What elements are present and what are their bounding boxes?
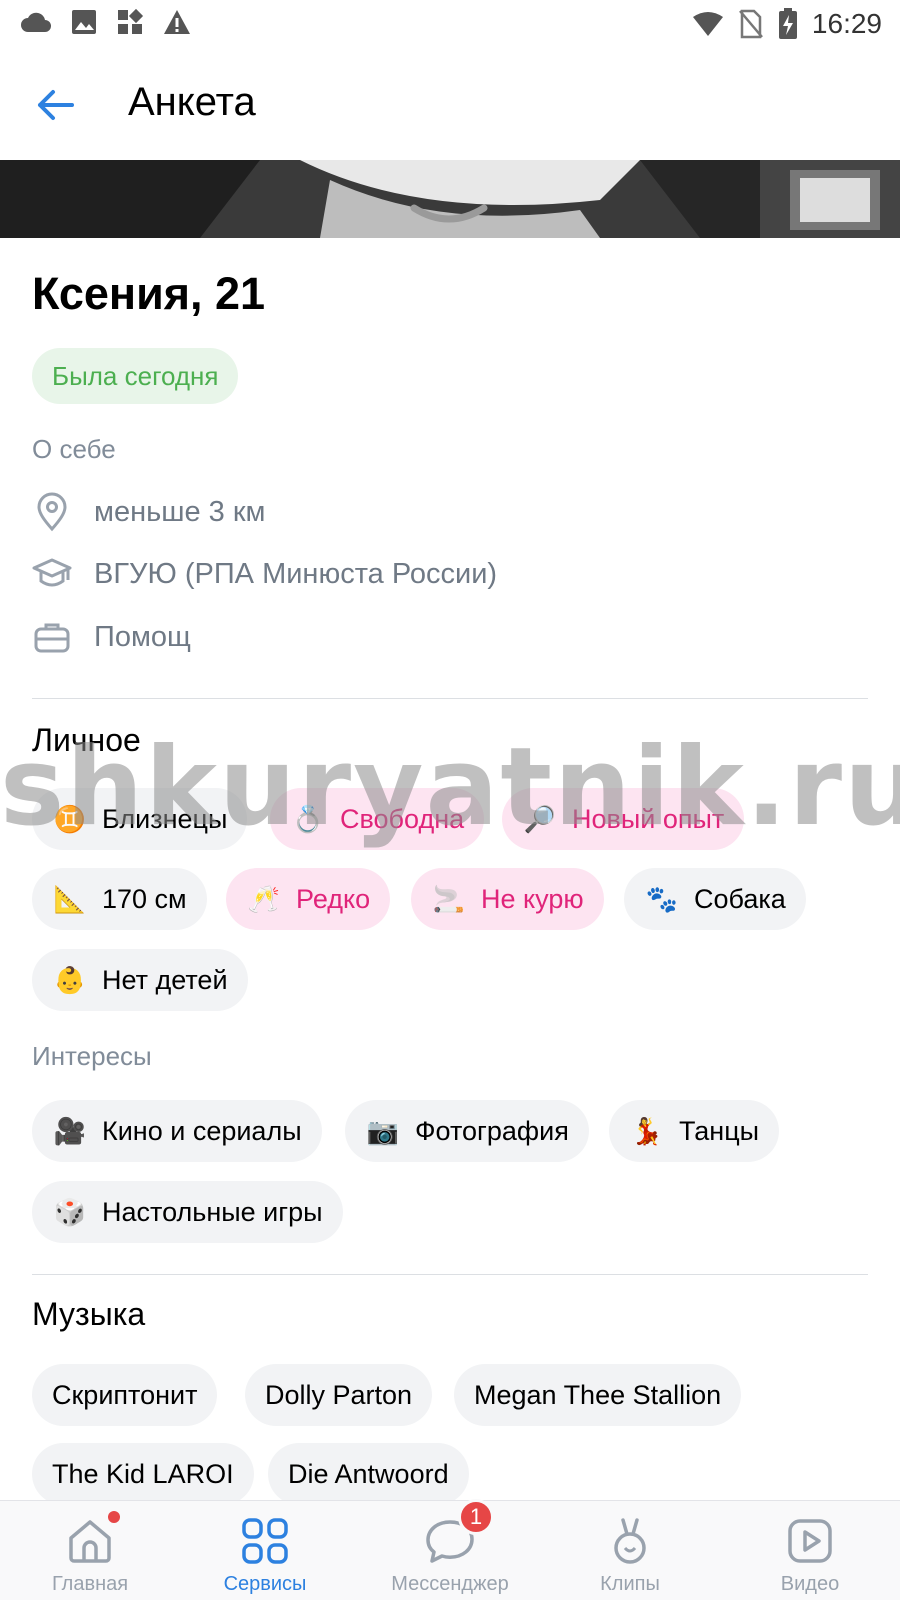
back-button[interactable]	[30, 80, 80, 130]
chip-relationship: 💍 Свободна	[270, 788, 485, 850]
app-bar: Анкета	[0, 50, 900, 160]
tab-home[interactable]: Главная	[0, 1501, 180, 1600]
info-distance-text: меньше 3 км	[94, 495, 266, 528]
bottom-tab-bar: Главная Сервисы 1 Мессенджер Клипы Видео	[0, 1499, 900, 1600]
chip-zodiac: ♊ Близнецы	[32, 788, 248, 850]
no-sim-icon	[738, 9, 763, 39]
collapse-handle-icon[interactable]	[410, 202, 488, 226]
chip-label: Новый опыт	[572, 803, 725, 834]
ring-icon: 💍	[291, 803, 325, 834]
photo-image	[0, 160, 900, 238]
chip-interest-movies: 🎥 Кино и сериалы	[32, 1100, 322, 1162]
info-row-work: Помощ	[32, 615, 191, 659]
camera-icon: 📷	[366, 1115, 400, 1146]
clips-icon	[602, 1513, 658, 1569]
chip-label: 170 см	[102, 883, 187, 914]
divider	[32, 698, 868, 699]
chip-music-artist: Dolly Parton	[245, 1364, 433, 1426]
magnifier-icon: 🔎	[523, 803, 557, 834]
graduation-cap-icon	[32, 554, 72, 594]
chip-label: Кино и сериалы	[102, 1115, 302, 1146]
info-work-text: Помощ	[94, 620, 191, 653]
chip-interest-boardgames: 🎲 Настольные игры	[32, 1181, 343, 1243]
cigarette-icon: 🚬	[432, 883, 466, 914]
chip-label: Фотография	[415, 1115, 569, 1146]
chip-height: 📐 170 см	[32, 868, 207, 930]
location-pin-icon	[32, 492, 72, 532]
tab-label: Мессенджер	[391, 1573, 509, 1595]
about-label: О себе	[32, 434, 116, 464]
chip-music-artist: Скриптонит	[32, 1364, 218, 1426]
paw-prints-icon: 🐾	[645, 883, 679, 914]
battery-charging-icon	[778, 8, 797, 39]
warning-icon	[164, 10, 190, 34]
movie-camera-icon: 🎥	[53, 1115, 87, 1146]
info-education-text: ВГУЮ (РПА Минюста России)	[94, 557, 498, 590]
tab-clips[interactable]: Клипы	[540, 1501, 720, 1600]
notification-dot	[108, 1511, 120, 1523]
personal-section-title: Личное	[32, 722, 141, 758]
chip-pets: 🐾 Собака	[624, 868, 806, 930]
divider	[32, 1274, 868, 1275]
baby-icon: 👶	[53, 964, 87, 995]
chip-looking-for: 🔎 Новый опыт	[502, 788, 745, 850]
chip-smoking: 🚬 Не курю	[411, 868, 604, 930]
briefcase-icon	[32, 617, 72, 657]
chip-label: Свободна	[340, 803, 465, 834]
music-section-title: Музыка	[32, 1296, 146, 1332]
tab-label: Главная	[51, 1573, 129, 1595]
page-title: Анкета	[128, 80, 256, 124]
video-play-icon	[782, 1513, 838, 1569]
image-icon	[72, 10, 96, 34]
chip-interest-dance: 💃 Танцы	[609, 1100, 780, 1162]
dice-icon: 🎲	[53, 1196, 87, 1227]
tab-label: Видео	[780, 1573, 840, 1595]
cloud-icon	[21, 12, 51, 32]
tab-label: Сервисы	[223, 1573, 307, 1595]
widgets-icon	[118, 8, 144, 34]
arrow-left-icon	[38, 90, 74, 120]
info-row-distance: меньше 3 км	[32, 490, 265, 534]
chip-label: Танцы	[679, 1115, 760, 1146]
interests-section-title: Интересы	[32, 1041, 152, 1071]
chat-bubble-icon: 1	[422, 1499, 494, 1569]
chip-music-artist: The Kid LAROI	[32, 1443, 254, 1500]
status-left-icons	[20, 8, 192, 36]
chip-label: Редко	[296, 883, 371, 914]
tab-label: Клипы	[600, 1573, 660, 1595]
online-status-badge: Была сегодня	[32, 348, 239, 404]
chip-interest-photo: 📷 Фотография	[345, 1100, 589, 1162]
tab-video[interactable]: Видео	[720, 1501, 900, 1600]
home-icon	[62, 1511, 120, 1569]
chip-label: Собака	[694, 883, 786, 914]
messenger-unread-badge: 1	[458, 1499, 494, 1535]
chip-music-artist: Die Antwoord	[268, 1443, 469, 1500]
chip-music-artist: Megan Thee Stallion	[454, 1364, 742, 1426]
profile-name-age: Ксения, 21	[32, 268, 266, 319]
chip-label: Не курю	[481, 883, 584, 914]
wifi-icon	[692, 12, 723, 36]
chip-children: 👶 Нет детей	[32, 949, 248, 1011]
profile-content: Ксения, 21 Была сегодня О себе меньше 3 …	[0, 238, 900, 1500]
gemini-icon: ♊	[53, 803, 87, 834]
status-bar: 16:29	[0, 0, 900, 50]
info-row-education: ВГУЮ (РПА Минюста России)	[32, 552, 497, 596]
champagne-icon: 🥂	[247, 883, 281, 914]
triangle-ruler-icon: 📐	[53, 883, 87, 914]
tab-services[interactable]: Сервисы	[175, 1501, 355, 1600]
chip-label: Нет детей	[102, 964, 228, 995]
chip-alcohol: 🥂 Редко	[226, 868, 391, 930]
services-grid-icon	[237, 1513, 293, 1569]
dancer-icon: 💃	[630, 1115, 664, 1146]
chip-label: Близнецы	[102, 803, 228, 834]
profile-photo[interactable]	[0, 160, 900, 238]
status-right-icons: 16:29	[692, 8, 882, 40]
tab-messenger[interactable]: 1 Мессенджер	[360, 1499, 540, 1600]
chip-label: Настольные игры	[102, 1196, 323, 1227]
status-time: 16:29	[811, 8, 882, 39]
